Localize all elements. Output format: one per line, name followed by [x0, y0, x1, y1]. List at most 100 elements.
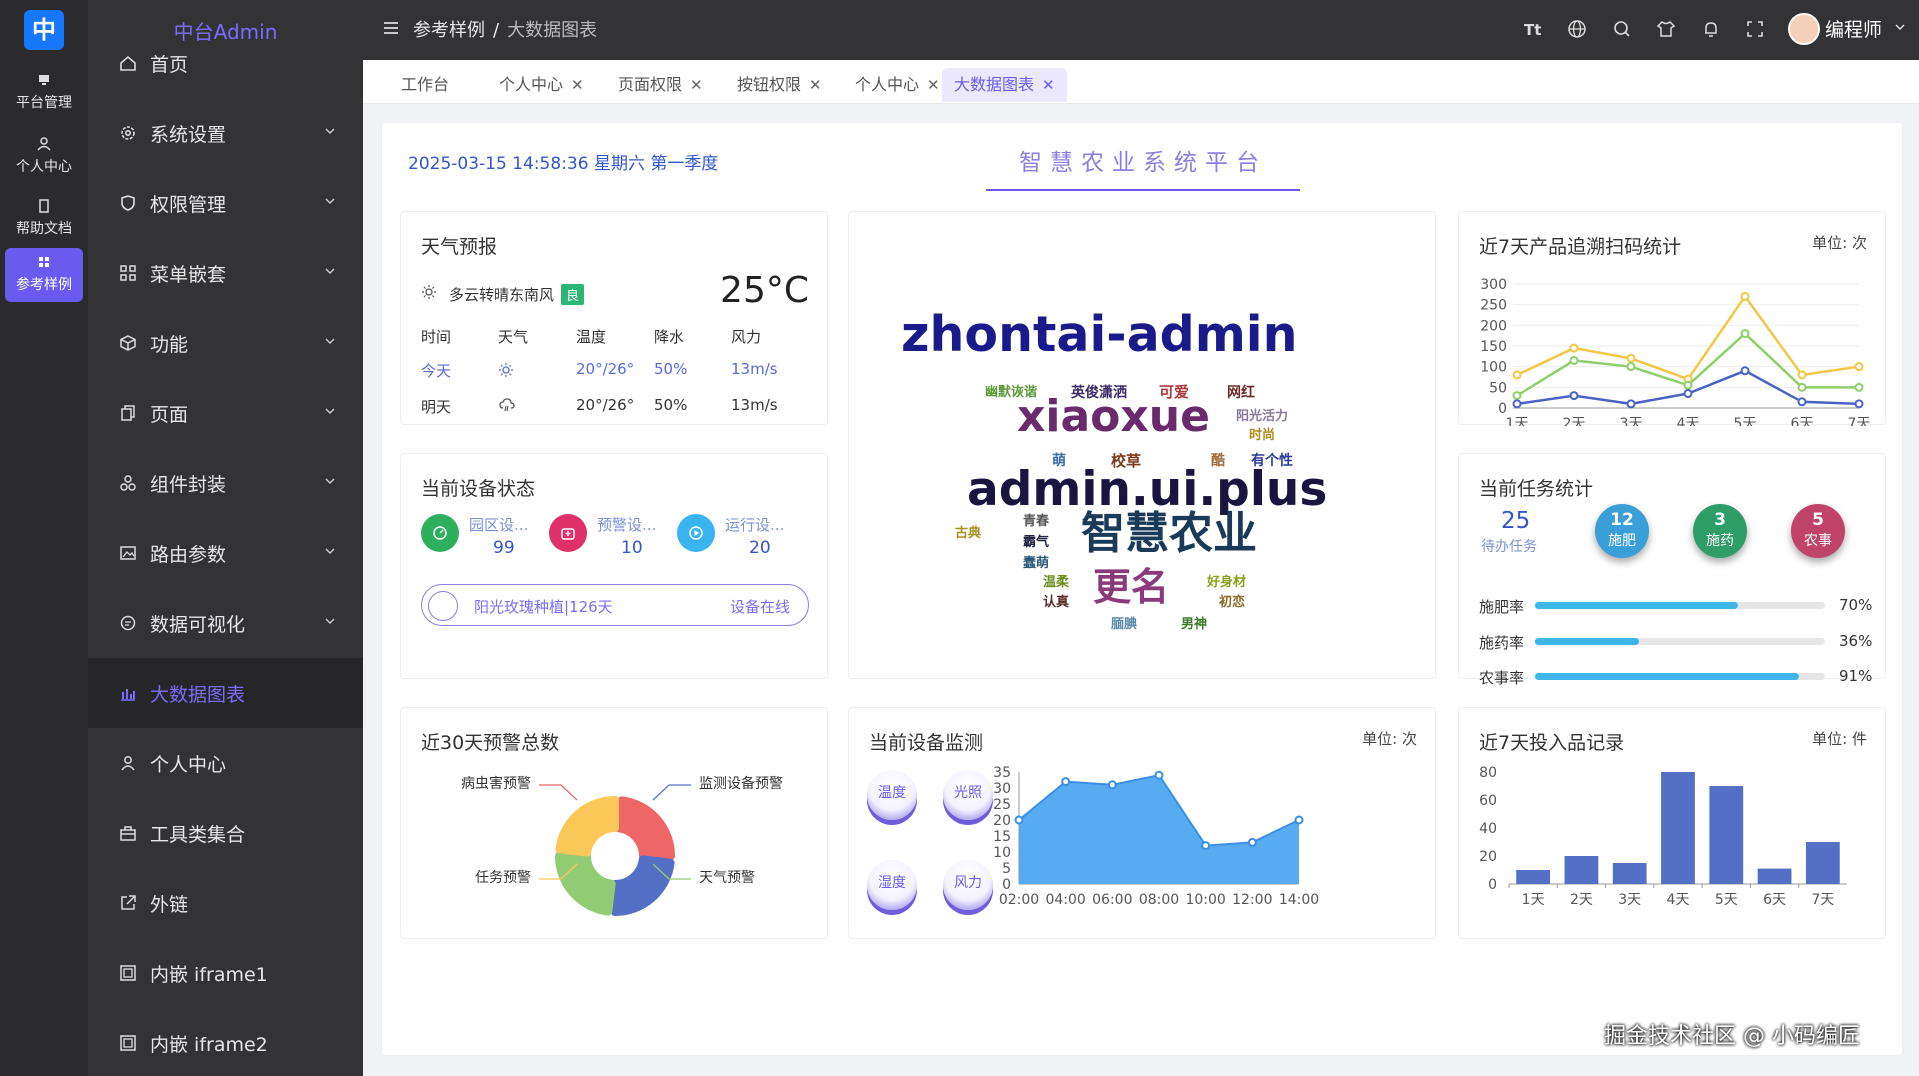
globe-icon[interactable] [1566, 18, 1588, 40]
tab-profile[interactable]: 个人中心 ✕ [487, 68, 596, 102]
sidebar-item-components[interactable]: 组件封装 [88, 448, 363, 518]
x-tick-label: 3天 [1618, 892, 1641, 908]
x-tick-label: 06:00 [1092, 892, 1132, 908]
breadcrumb-item[interactable]: 参考样例 [413, 20, 485, 41]
task-ball-pesticide[interactable]: 3 施药 [1693, 504, 1747, 558]
sidebar-item-nested-menu[interactable]: 菜单嵌套 [88, 238, 363, 308]
x-tick-label: 5天 [1715, 892, 1738, 908]
chevron-down-icon [325, 198, 335, 205]
close-icon[interactable]: ✕ [809, 76, 822, 94]
word-cloud-word: 蠢萌 [1023, 556, 1050, 571]
rail-item-examples[interactable]: 参考样例 [5, 248, 83, 302]
close-icon[interactable]: ✕ [690, 76, 703, 94]
rail-item-platform[interactable]: 平台管理 [5, 66, 83, 120]
bar [1661, 772, 1695, 884]
bar [1612, 863, 1647, 884]
slice-label: 天气预警 [699, 870, 755, 886]
word-cloud-word: 古典 [955, 526, 982, 541]
tab-label: 个人中心 [855, 75, 920, 94]
slice-label: 任务预警 [475, 870, 531, 886]
search-icon[interactable] [1611, 18, 1633, 40]
sidebar-item-tools[interactable]: 工具类集合 [88, 798, 363, 868]
x-tick-label: 7天 [1848, 416, 1871, 426]
planting-status-pill[interactable]: 阳光玫瑰种植|126天 设备在线 [421, 584, 809, 626]
tab-bigdata-charts[interactable]: 大数据图表 ✕ [942, 68, 1067, 102]
weather-wind: 13m/s [731, 396, 778, 414]
sidebar-item-visualization[interactable]: 数据可视化 [88, 588, 363, 658]
sidebar-item-features[interactable]: 功能 [88, 308, 363, 378]
data-point [1512, 399, 1522, 409]
username[interactable]: 编程师 [1825, 15, 1882, 42]
data-point [1797, 370, 1807, 380]
app-logo[interactable]: 中 [24, 10, 64, 50]
weather-day: 今天 [421, 362, 452, 380]
donut-slice [555, 796, 619, 857]
font-size-icon[interactable]: Tt [1521, 18, 1543, 40]
sidebar-item-route-params[interactable]: 路由参数 [88, 518, 363, 588]
task-ball-farming[interactable]: 5 农事 [1791, 504, 1845, 558]
rail-item-profile[interactable]: 个人中心 [5, 130, 83, 184]
sidebar-item-label: 工具类集合 [150, 823, 246, 846]
air-quality-badge: 良 [561, 284, 585, 305]
x-tick-label: 14:00 [1279, 892, 1319, 908]
bar-chart-icon [118, 683, 138, 703]
rate-percent: 91% [1839, 667, 1873, 685]
sidebar-item-profile[interactable]: 个人中心 [88, 728, 363, 798]
sidebar-item-label: 组件封装 [150, 473, 227, 496]
sidebar-item-label: 大数据图表 [150, 683, 246, 706]
tab-page-permission[interactable]: 页面权限 ✕ [606, 68, 715, 102]
sidebar: 中台Admin 首页 系统设置 权限管理 菜单嵌套 功能 页面 组件封装 路由参… [88, 0, 363, 1076]
sidebar-item-settings[interactable]: 系统设置 [88, 98, 363, 168]
input-bar-chart: 0 20 40 60 80 1天 2天 3天 4天 5天 6天 7天 [1479, 765, 1847, 908]
word-cloud-word: 腼腆 [1111, 617, 1138, 632]
gauge-icon [421, 514, 459, 552]
tab-button-permission[interactable]: 按钮权限 ✕ [725, 68, 834, 102]
sidebar-item-label: 菜单嵌套 [150, 263, 227, 286]
slice-label: 病虫害预警 [461, 776, 531, 792]
sidebar-item-label: 路由参数 [150, 543, 227, 566]
sidebar-item-iframe1[interactable]: 内嵌 iframe1 [88, 938, 363, 1008]
word-cloud-word: 男神 [1181, 617, 1208, 632]
components-icon [118, 473, 138, 493]
bar [1564, 856, 1599, 884]
tab-label: 页面权限 [618, 75, 683, 94]
weather-day: 明天 [421, 398, 452, 416]
close-icon[interactable]: ✕ [571, 76, 584, 94]
bell-icon[interactable] [1700, 18, 1722, 40]
sidebar-item-external-link[interactable]: 外链 [88, 868, 363, 938]
data-point [1569, 391, 1579, 401]
tab-workbench[interactable]: 工作台 [389, 68, 461, 102]
shirt-icon[interactable] [1655, 18, 1677, 40]
x-tick-label: 4天 [1667, 892, 1690, 908]
y-tick-label: 60 [1479, 793, 1497, 809]
close-icon[interactable]: ✕ [1042, 76, 1055, 94]
copy-icon [118, 403, 138, 423]
rail-item-docs[interactable]: 帮助文档 [5, 192, 83, 246]
tab-label: 工作台 [401, 75, 450, 94]
sidebar-item-pages[interactable]: 页面 [88, 378, 363, 448]
avatar[interactable] [1788, 13, 1820, 45]
pending-task-label: 待办任务 [1481, 539, 1537, 555]
donut-slice [555, 852, 616, 916]
y-tick-label: 15 [993, 829, 1011, 845]
close-icon[interactable]: ✕ [927, 76, 940, 94]
sidebar-item-iframe2[interactable]: 内嵌 iframe2 [88, 1008, 363, 1076]
slice-label: 监测设备预警 [699, 775, 783, 792]
sidebar-item-bigdata-charts[interactable]: 大数据图表 [88, 658, 363, 728]
document-icon [5, 192, 83, 218]
progress-fill [1535, 602, 1738, 609]
x-tick-label: 1天 [1506, 416, 1529, 426]
weather-temp: 20°/26° [576, 360, 635, 378]
word-cloud-word: 智慧农业 [1081, 508, 1257, 559]
fullscreen-icon[interactable] [1744, 18, 1766, 40]
frame-icon [118, 1033, 138, 1053]
tab-profile-2[interactable]: 个人中心 ✕ [843, 68, 952, 102]
data-point [1797, 397, 1807, 407]
x-tick-label: 5天 [1734, 416, 1757, 426]
chevron-down-icon[interactable] [1893, 20, 1907, 34]
chevron-down-icon [325, 128, 335, 135]
sidebar-item-permissions[interactable]: 权限管理 [88, 168, 363, 238]
task-ball-fertilize[interactable]: 12 施肥 [1595, 504, 1649, 558]
menu-toggle-icon[interactable] [381, 18, 401, 38]
column-header: 温度 [576, 328, 607, 346]
